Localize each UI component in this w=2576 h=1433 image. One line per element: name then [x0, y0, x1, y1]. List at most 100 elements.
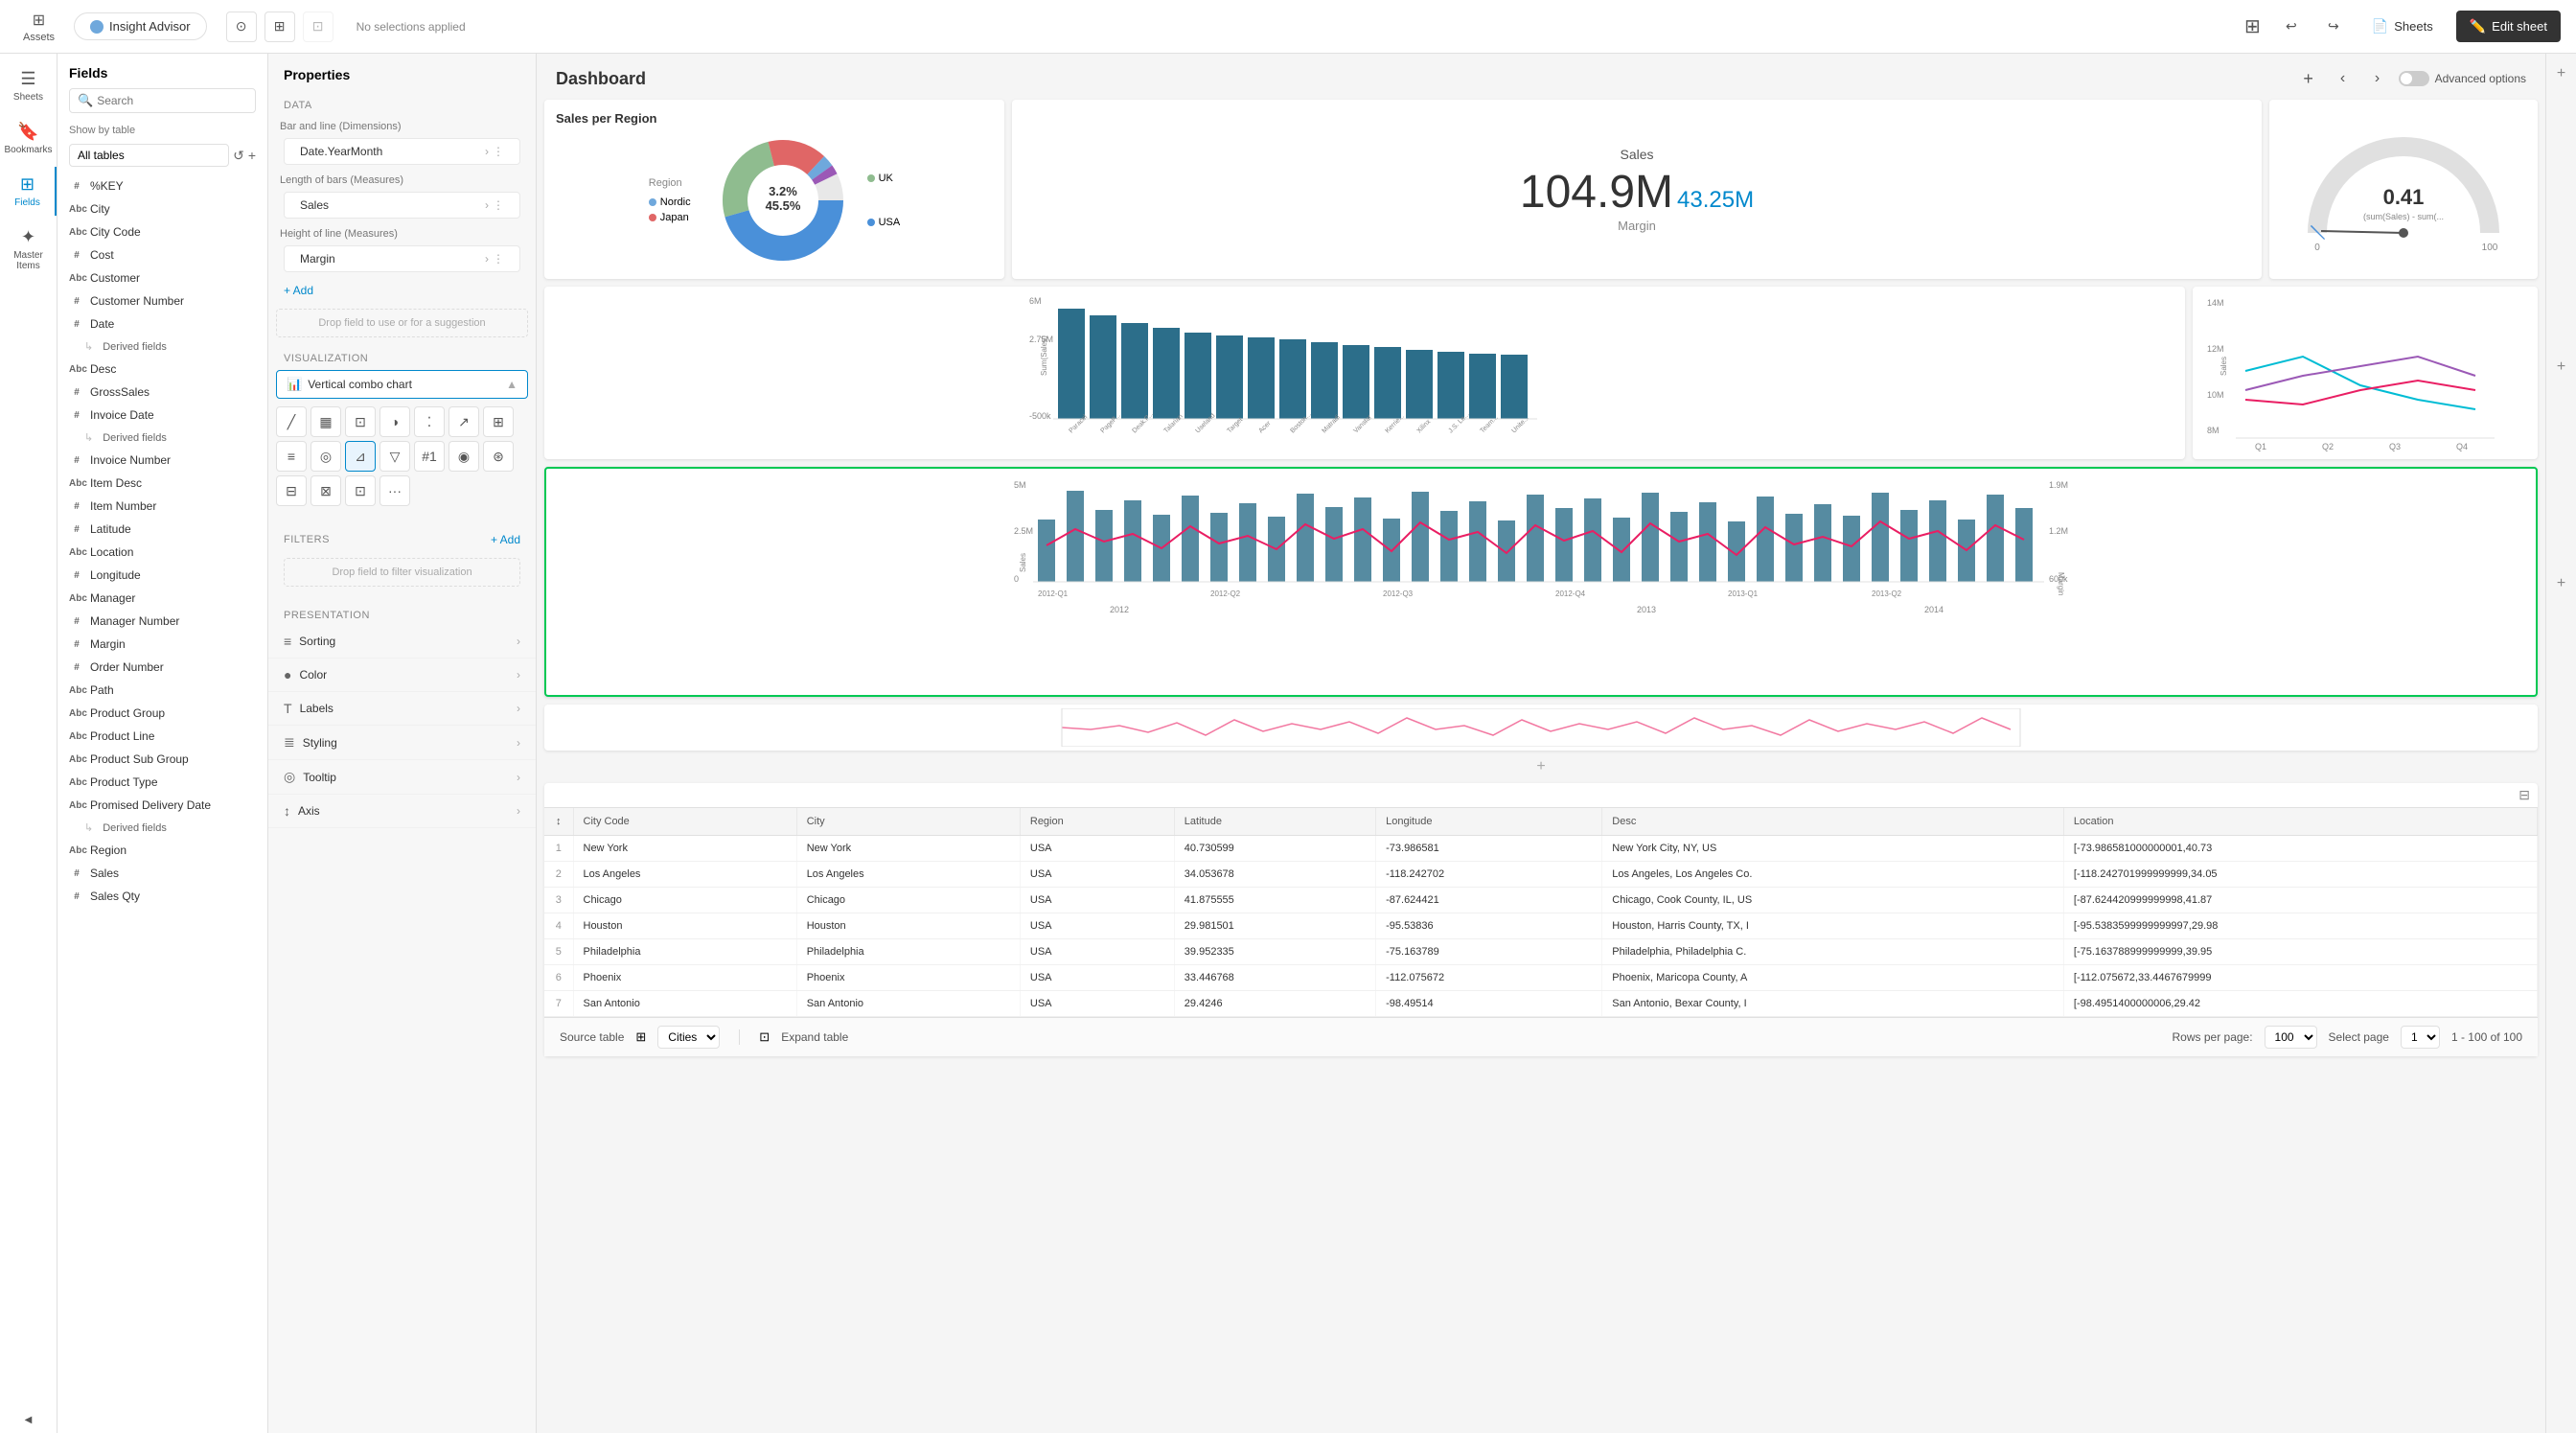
col-city[interactable]: City	[796, 808, 1020, 836]
right-add-btn3[interactable]: +	[2557, 575, 2565, 592]
field-item[interactable]: Abc Customer	[58, 266, 267, 289]
pres-labels-item[interactable]: T Labels ›	[268, 692, 536, 726]
sidebar-item-fields[interactable]: ⊞ Fields	[0, 167, 57, 216]
field-item[interactable]: # Manager Number	[58, 610, 267, 633]
viz-line-btn[interactable]: ╱	[276, 406, 307, 437]
field-item[interactable]: # Sales	[58, 862, 267, 885]
search-box[interactable]: 🔍	[69, 88, 256, 113]
add-sheet-btn[interactable]: +	[2295, 65, 2322, 92]
length-bars-row[interactable]: Sales › ⋮	[284, 192, 520, 219]
field-item[interactable]: Abc Product Type	[58, 771, 267, 794]
assets-tab[interactable]: ⊞ Assets	[15, 11, 62, 43]
insight-advisor-tab[interactable]: Insight Advisor	[74, 12, 207, 40]
grid-view-btn[interactable]: ⊞	[2244, 14, 2261, 38]
viz-waterfall-btn[interactable]: ⊡	[345, 475, 376, 506]
field-item[interactable]: Abc City	[58, 197, 267, 220]
selection-tool-btn[interactable]: ⊙	[226, 12, 257, 42]
search-input[interactable]	[97, 94, 247, 107]
sidebar-collapse-btn[interactable]: ◀	[0, 1407, 57, 1433]
col-desc[interactable]: Desc	[1602, 808, 2064, 836]
viz-bar-btn[interactable]: ▦	[310, 406, 341, 437]
sheets-btn[interactable]: 📄 Sheets	[2360, 12, 2445, 40]
add-filter-btn[interactable]: + Add	[491, 533, 520, 546]
toggle-switch[interactable]	[2399, 71, 2429, 86]
field-item[interactable]: Abc Location	[58, 541, 267, 564]
pres-color-item[interactable]: ● Color ›	[268, 659, 536, 692]
derived-fields-item[interactable]: ↳ Derived fields	[58, 817, 267, 839]
viz-grid2-btn[interactable]: ⊟	[276, 475, 307, 506]
field-item[interactable]: Abc Product Line	[58, 725, 267, 748]
field-item[interactable]: Abc Manager	[58, 587, 267, 610]
viz-more2-btn[interactable]: ···	[380, 475, 410, 506]
viz-network-btn[interactable]: ⊛	[483, 441, 514, 472]
field-item[interactable]: # Invoice Number	[58, 449, 267, 472]
viz-donut-btn[interactable]: ◎	[310, 441, 341, 472]
source-table-select[interactable]: Cities	[657, 1026, 720, 1049]
edit-sheet-btn[interactable]: ✏️ Edit sheet	[2456, 11, 2561, 42]
pres-tooltip-item[interactable]: ◎ Tooltip ›	[268, 760, 536, 795]
field-item[interactable]: Abc Product Sub Group	[58, 748, 267, 771]
viz-hash-btn[interactable]: #1	[414, 441, 445, 472]
viz-gauge-btn[interactable]: ◑	[380, 406, 410, 437]
tool3-btn[interactable]: ⊡	[303, 12, 334, 42]
refresh-icon[interactable]: ↺	[233, 148, 244, 164]
height-line-row[interactable]: Margin › ⋮	[284, 245, 520, 272]
pres-axis-item[interactable]: ↕ Axis ›	[268, 795, 536, 828]
field-item[interactable]: Abc Path	[58, 679, 267, 702]
next-sheet-btn[interactable]: ›	[2364, 65, 2391, 92]
bar-dim-row[interactable]: Date.YearMonth › ⋮	[284, 138, 520, 165]
add-field-icon[interactable]: +	[248, 148, 256, 163]
field-item[interactable]: # Order Number	[58, 656, 267, 679]
rows-per-page-select[interactable]: 100	[2265, 1026, 2317, 1049]
field-item[interactable]: Abc Region	[58, 839, 267, 862]
field-item[interactable]: Abc Promised Delivery Date	[58, 794, 267, 817]
lasso-tool-btn[interactable]: ⊞	[264, 12, 295, 42]
viz-selected-row[interactable]: 📊 Vertical combo chart ▲	[276, 370, 528, 399]
derived-fields-item[interactable]: ↳ Derived fields	[58, 335, 267, 358]
menu-icon[interactable]: ⋮	[493, 198, 504, 212]
table-layout-icon[interactable]: ⊟	[2518, 787, 2530, 803]
field-item[interactable]: # Date	[58, 312, 267, 335]
redo-btn[interactable]: ↪	[2318, 12, 2349, 42]
viz-pivot-btn[interactable]: ⊞	[483, 406, 514, 437]
field-item[interactable]: # %KEY	[58, 174, 267, 197]
prev-sheet-btn[interactable]: ‹	[2330, 65, 2357, 92]
field-item[interactable]: # Cost	[58, 243, 267, 266]
right-add-btn[interactable]: +	[2557, 65, 2565, 82]
col-longitude[interactable]: Longitude	[1376, 808, 1602, 836]
pres-styling-item[interactable]: ≣ Styling ›	[268, 726, 536, 760]
viz-map-btn[interactable]: ⊠	[310, 475, 341, 506]
viz-more1-btn[interactable]: ↗	[448, 406, 479, 437]
field-item[interactable]: Abc Item Desc	[58, 472, 267, 495]
viz-funnel-btn[interactable]: ▽	[380, 441, 410, 472]
select-page-select[interactable]: 1	[2401, 1026, 2440, 1049]
viz-scatter-btn[interactable]: ⁚	[414, 406, 445, 437]
field-item[interactable]: Abc Product Group	[58, 702, 267, 725]
col-city-code[interactable]: City Code	[573, 808, 796, 836]
field-item[interactable]: # Customer Number	[58, 289, 267, 312]
field-item[interactable]: # Sales Qty	[58, 885, 267, 908]
advanced-options-toggle[interactable]: Advanced options	[2399, 71, 2526, 86]
field-item[interactable]: Abc City Code	[58, 220, 267, 243]
sidebar-item-sheets[interactable]: ☰ Sheets	[0, 61, 57, 110]
pres-sorting-item[interactable]: ≡ Sorting ›	[268, 625, 536, 659]
viz-bullet-btn[interactable]: ◉	[448, 441, 479, 472]
sidebar-item-bookmarks[interactable]: 🔖 Bookmarks	[0, 114, 57, 163]
table-select[interactable]: All tables	[69, 144, 229, 167]
undo-btn[interactable]: ↩	[2276, 12, 2307, 42]
field-item[interactable]: # GrossSales	[58, 381, 267, 404]
col-latitude[interactable]: Latitude	[1174, 808, 1375, 836]
field-item[interactable]: # Item Number	[58, 495, 267, 518]
add-dimension-btn[interactable]: + Add	[268, 276, 536, 305]
field-item[interactable]: # Longitude	[58, 564, 267, 587]
field-item[interactable]: Abc Desc	[58, 358, 267, 381]
right-add-btn2[interactable]: +	[2557, 358, 2565, 376]
sidebar-item-master-items[interactable]: ✦ Master Items	[0, 220, 57, 279]
field-item[interactable]: # Invoice Date	[58, 404, 267, 427]
field-item[interactable]: # Margin	[58, 633, 267, 656]
derived-fields-item[interactable]: ↳ Derived fields	[58, 427, 267, 449]
field-item[interactable]: # Latitude	[58, 518, 267, 541]
col-location[interactable]: Location	[2063, 808, 2537, 836]
viz-combo-btn[interactable]: ⊿	[345, 441, 376, 472]
viz-table-btn[interactable]: ≡	[276, 441, 307, 472]
